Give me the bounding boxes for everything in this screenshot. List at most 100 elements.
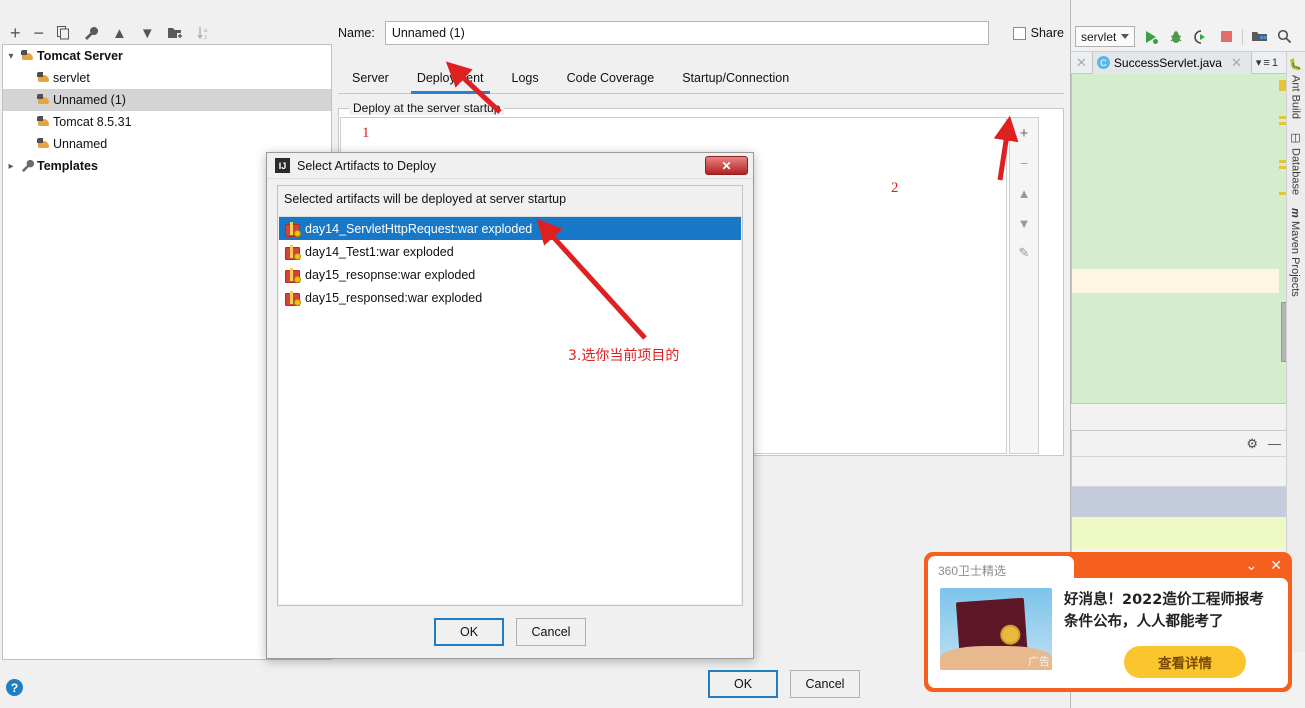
minimize-icon[interactable]: — [1268, 436, 1281, 451]
chevron-down-icon: ▾ [1255, 57, 1262, 69]
name-row: Name: Share [338, 20, 1064, 46]
select-artifacts-dialog: IJ Select Artifacts to Deploy ✕ Selected… [266, 152, 754, 659]
editor-tab-label: SuccessServlet.java [1113, 55, 1222, 70]
annotation-3: 3.选你当前项目的 [568, 348, 680, 364]
ad-cta-button[interactable]: 查看详情 [1124, 646, 1246, 678]
tomcat-icon [35, 94, 53, 106]
tab-server[interactable]: Server [338, 65, 403, 93]
chevron-right-icon[interactable]: ▸ [3, 161, 19, 172]
artifact-list[interactable]: day14_ServletHttpRequest:war exploded da… [279, 216, 741, 604]
run-icon[interactable] [1142, 28, 1160, 46]
toolbar-divider [1242, 28, 1244, 45]
list-item[interactable]: day15_resopnse:war exploded [279, 263, 741, 286]
tool-label: Maven Projects [1289, 221, 1301, 298]
tree-node-servlet[interactable]: servlet [3, 67, 331, 89]
name-input[interactable] [384, 21, 989, 45]
cancel-button[interactable]: Cancel [516, 618, 586, 646]
maven-icon: m [1289, 207, 1301, 218]
close-icon[interactable]: ✕ [705, 156, 748, 175]
tree-node-label: servlet [53, 71, 90, 85]
collapse-icon[interactable]: ⌄ [1246, 557, 1258, 574]
list-item[interactable]: day15_responsed:war exploded [279, 286, 741, 309]
close-icon[interactable]: ✕ [1270, 557, 1282, 574]
move-up-icon[interactable]: ▲ [112, 25, 127, 42]
share-checkbox[interactable]: Share [1012, 26, 1064, 40]
ok-button[interactable]: OK [708, 670, 778, 698]
code-editor-area[interactable] [1071, 74, 1292, 404]
tree-node-tomcat-server[interactable]: ▾ Tomcat Server [3, 45, 331, 67]
checkbox-icon[interactable] [1012, 26, 1026, 40]
group-label: Deploy at the server startup [349, 101, 505, 115]
list-item[interactable]: day14_Test1:war exploded [279, 240, 741, 263]
ad-content: 广告 好消息！2022造价工程师报考条件公布，人人都能考了 查看详情 [928, 578, 1288, 688]
dialog-buttons: OK Cancel [267, 618, 753, 646]
dialog-title-strip [0, 0, 1070, 18]
artifact-icon [285, 222, 301, 237]
screen-root: servlet ✕ C SuccessServlet.java ✕ ▾ ≡ 1 … [0, 0, 1305, 708]
highlight-band-yellow [1072, 517, 1291, 549]
configuration-tabs: Server Deployment Logs Code Coverage Sta… [338, 60, 1064, 94]
cancel-button[interactable]: Cancel [790, 670, 860, 698]
tool-button-maven-projects[interactable]: m Maven Projects [1287, 202, 1303, 304]
search-icon[interactable] [1275, 28, 1293, 46]
ok-button[interactable]: OK [434, 618, 504, 646]
deployment-side-toolbar: + − ▲ ▼ ✎ [1009, 117, 1039, 454]
ide-run-toolbar: servlet [1071, 22, 1305, 52]
inspection-indicator[interactable]: ▾ ≡ 1 [1252, 56, 1282, 70]
tree-node-label: Tomcat 8.5.31 [53, 115, 132, 129]
ad-popup[interactable]: 360卫士精选 ⌄ ✕ 广告 好消息！2022造价工程师报考条件公布，人人都能考… [924, 552, 1292, 692]
tool-label: Database [1289, 148, 1302, 196]
tab-code-coverage[interactable]: Code Coverage [553, 65, 669, 93]
class-badge-icon: C [1096, 56, 1110, 69]
ad-image[interactable]: 广告 [940, 588, 1052, 670]
remove-icon[interactable]: − [34, 23, 45, 44]
dialog-title: Select Artifacts to Deploy [297, 158, 436, 173]
move-down-icon[interactable]: ▼ [140, 25, 155, 42]
run-configuration-selector[interactable]: servlet [1075, 26, 1136, 47]
add-icon[interactable]: + [10, 23, 21, 44]
new-folder-icon[interactable] [167, 27, 184, 40]
name-label: Name: [338, 26, 375, 40]
svg-text:z: z [204, 35, 207, 40]
artifact-label: day15_resopnse:war exploded [305, 267, 476, 282]
tomcat-icon [35, 72, 53, 84]
tool-window-header: ⚙ — [1072, 431, 1291, 457]
sort-alpha-icon[interactable]: az [197, 26, 213, 40]
svg-text:a: a [204, 28, 208, 34]
inspection-lines-icon: ≡ [1263, 56, 1270, 69]
list-item[interactable]: day14_ServletHttpRequest:war exploded [279, 217, 741, 240]
layout-icon[interactable] [1250, 28, 1268, 46]
editor-tab-successservlet[interactable]: C SuccessServlet.java ✕ [1091, 51, 1252, 74]
debug-icon[interactable] [1167, 28, 1185, 46]
copy-icon[interactable] [57, 26, 71, 40]
tool-button-ant-build[interactable]: 🐛 Ant Build [1287, 52, 1304, 125]
tree-node-unnamed-1[interactable]: Unnamed (1) [3, 89, 331, 111]
ad-brand-label: 360卫士精选 [938, 564, 1007, 578]
stop-icon[interactable] [1217, 28, 1235, 46]
tool-window-body [1072, 457, 1291, 487]
tab-deployment[interactable]: Deployment [403, 65, 498, 94]
annotation-2: 2 [891, 180, 899, 196]
chevron-down-icon[interactable]: ▾ [3, 51, 19, 62]
tab-logs[interactable]: Logs [498, 65, 553, 93]
remove-artifact-button[interactable]: − [1015, 155, 1033, 171]
tree-node-tomcat-8531[interactable]: Tomcat 8.5.31 [3, 111, 331, 133]
configurations-toolbar: + − ▲ ▼ az [2, 20, 332, 46]
move-down-button[interactable]: ▼ [1015, 215, 1033, 231]
move-up-button[interactable]: ▲ [1015, 185, 1033, 201]
help-icon[interactable]: ? [6, 679, 23, 696]
ad-headline: 好消息！2022造价工程师报考条件公布，人人都能考了 [1064, 592, 1264, 630]
tool-button-database[interactable]: ◫ Database [1287, 125, 1304, 201]
tomcat-icon [35, 116, 53, 128]
close-icon[interactable]: ✕ [1226, 55, 1247, 71]
artifact-icon [285, 291, 301, 306]
run-with-coverage-icon[interactable] [1192, 28, 1210, 46]
wrench-icon [19, 159, 37, 173]
wrench-icon[interactable] [84, 26, 99, 41]
edit-button[interactable]: ✎ [1015, 245, 1033, 261]
dialog-button-bar: ? OK Cancel [0, 662, 1070, 708]
tab-startup-connection[interactable]: Startup/Connection [668, 65, 803, 93]
add-artifact-button[interactable]: + [1015, 125, 1033, 142]
settings-gear-icon[interactable]: ⚙ [1246, 436, 1258, 452]
close-icon[interactable]: ✕ [1071, 55, 1092, 71]
